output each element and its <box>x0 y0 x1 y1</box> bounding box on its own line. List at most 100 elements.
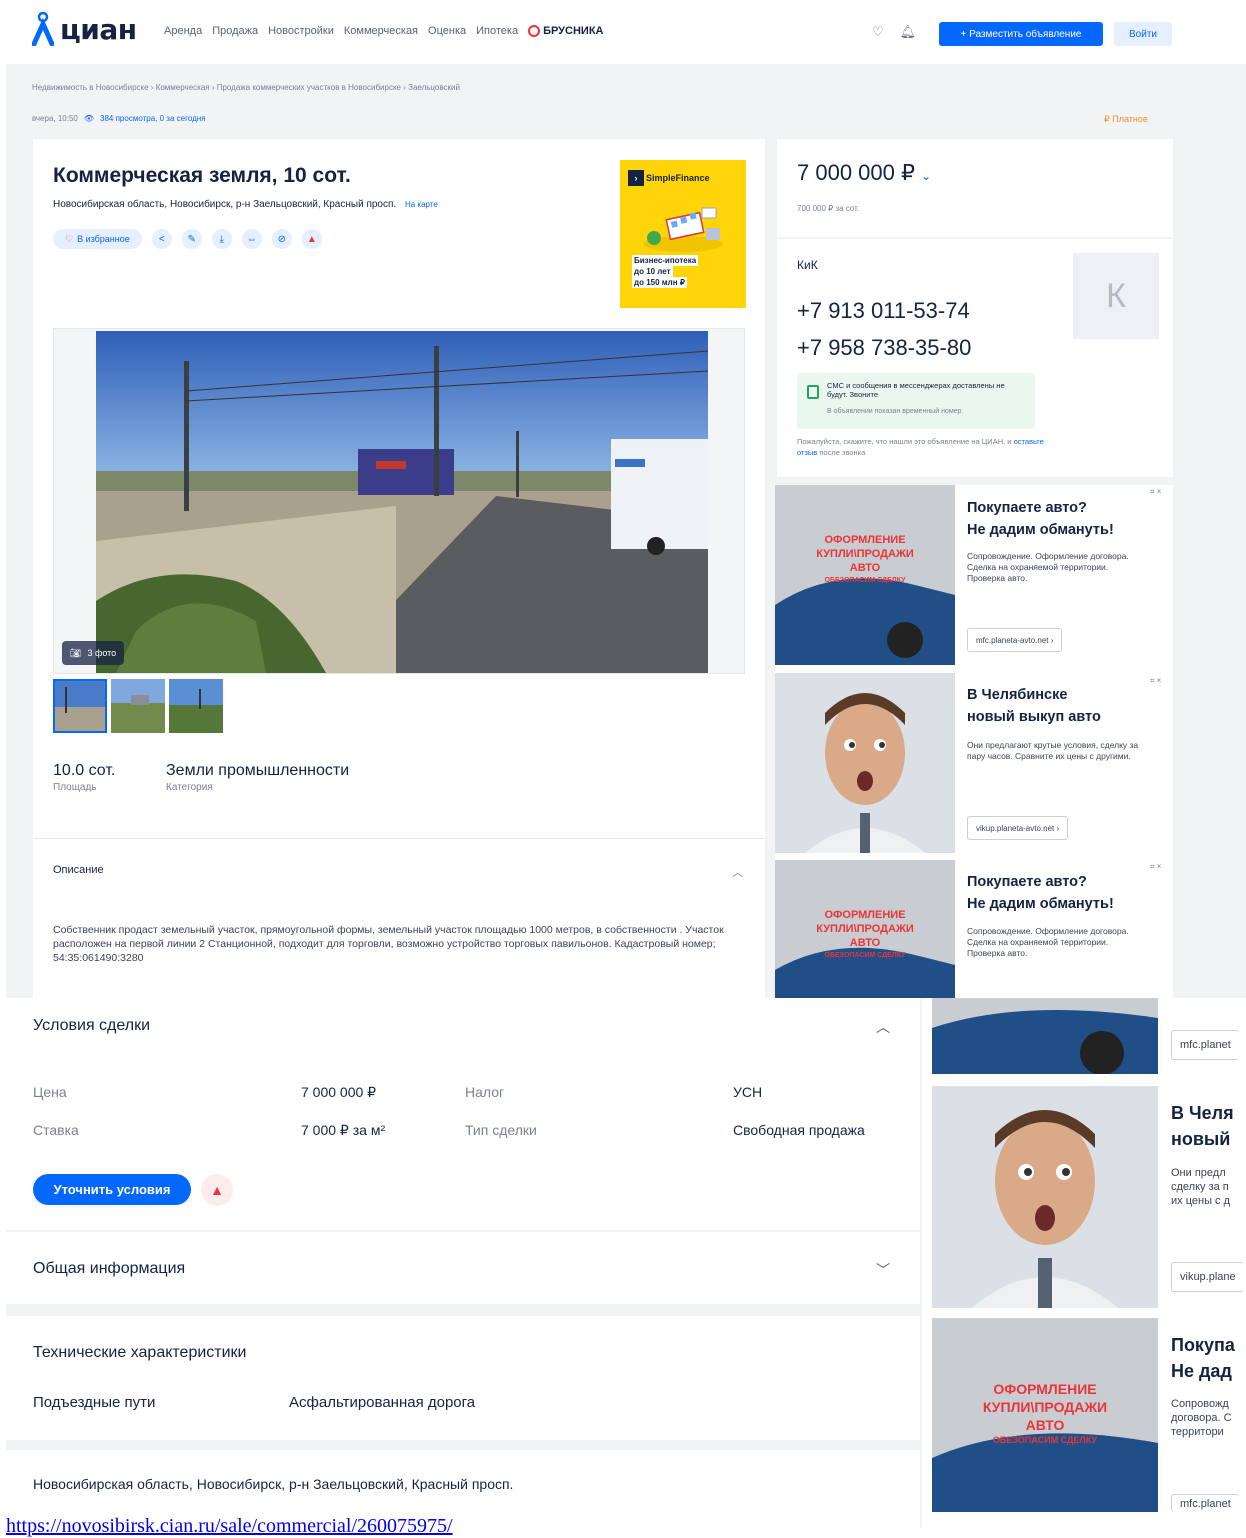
brusnika-logo-icon <box>528 25 541 37</box>
simplefinance-logo-icon: › <box>628 170 644 186</box>
seller-name[interactable]: КиК <box>797 258 818 272</box>
login-button[interactable]: Войти <box>1114 22 1172 46</box>
ad-1-title[interactable]: Покупаете авто? Не дадим обмануть! <box>967 497 1114 541</box>
ad-close-icon[interactable]: ⌗ × <box>1150 862 1161 872</box>
post-ad-button[interactable]: + Разместить объявление <box>939 22 1103 46</box>
report-icon[interactable]: ▲ <box>301 229 322 249</box>
ad-3-zoomed-banner-4: ОБЕЗОПАСИМ СДЕЛКУ <box>993 1435 1098 1445</box>
ad-2-text-zoomed-3: их цены с д <box>1171 1195 1231 1207</box>
views-count[interactable]: 384 просмотра, 0 за сегодня <box>100 114 205 123</box>
heart-icon[interactable]: ♡ <box>872 24 884 40</box>
bell-icon[interactable]: 🔔︎ <box>900 24 917 40</box>
ad-3-title-zoomed-2: Не дад <box>1171 1361 1232 1381</box>
fact-category-label: Категория <box>166 782 213 793</box>
photo-count-badge[interactable]: 📷︎ 3 фото <box>62 641 125 665</box>
ad-3-title-zoomed[interactable]: Покупа Не дад <box>1171 1332 1235 1384</box>
ad-1-image-zoomed[interactable] <box>932 998 1158 1074</box>
address-text: Новосибирская область, Новосибирск, р-н … <box>53 199 397 210</box>
promo-banner[interactable]: › SimpleFinance Бизнес-ипотека до 10 лет… <box>620 160 746 308</box>
download-icon[interactable]: ⤓ <box>211 229 232 249</box>
chevron-down-icon[interactable]: ﹀ <box>876 1260 890 1280</box>
ad-close-icon[interactable]: ⌗ × <box>1150 676 1161 686</box>
ad-1-link[interactable]: mfc.planeta-avto.net › <box>967 628 1063 652</box>
ad-1-image[interactable]: ОФОРМЛЕНИЕ КУПЛИ\ПРОДАЖИ АВТО ОБЕЗОПАСИМ… <box>775 485 955 665</box>
page-url-link[interactable]: https://novosibirsk.cian.ru/sale/commerc… <box>6 1515 453 1538</box>
ad-3-banner-2: КУПЛИ\ПРОДАЖИ <box>816 923 914 935</box>
nav-newbuild[interactable]: Новостройки <box>268 25 334 37</box>
top-header: циан Аренда Продажа Новостройки Коммерче… <box>0 0 1246 64</box>
nav-valuation[interactable]: Оценка <box>428 25 466 37</box>
ad-2-link-zoomed[interactable]: vikup.plane <box>1171 1262 1244 1292</box>
main-photo[interactable] <box>96 331 708 673</box>
ad-2-image[interactable] <box>775 673 955 853</box>
chevron-up-icon[interactable]: ︿ <box>876 1017 890 1037</box>
avatar[interactable]: К <box>1073 253 1159 339</box>
hide-icon[interactable]: ⊘ <box>271 229 292 249</box>
breadcrumb[interactable]: Недвижимость в Новосибирске › Коммерческ… <box>32 83 460 92</box>
ad-3-image-zoomed[interactable]: ОФОРМЛЕНИЕ КУПЛИ\ПРОДАЖИ АВТО ОБЕЗОПАСИМ… <box>932 1318 1158 1512</box>
chevron-down-icon[interactable]: ⌄ <box>921 169 931 183</box>
phone-2[interactable]: +7 958 738-35-80 <box>797 335 971 361</box>
ad-2-title-zoomed[interactable]: В Челя новый <box>1171 1100 1234 1152</box>
nav-brusnika[interactable]: БРУСНИКА <box>528 25 603 37</box>
tax-value: УСН <box>733 1084 763 1100</box>
feedback-note: Пожалуйста, скажите, что нашли это объяв… <box>797 436 1057 458</box>
ad-3-text: Сопровождение. Оформление договора. Сдел… <box>967 926 1129 958</box>
ad-close-icon[interactable]: ⌗ × <box>1150 487 1161 497</box>
ad-2-title-2: новый выкуп авто <box>967 709 1101 725</box>
ad-1-banner-2: КУПЛИ\ПРОДАЖИ <box>816 548 914 560</box>
clarify-conditions-button[interactable]: Уточнить условия <box>33 1174 191 1205</box>
edit-icon[interactable]: ✎ <box>181 229 202 249</box>
eye-icon: 👁︎ <box>83 114 95 123</box>
share-icon[interactable]: < <box>151 229 172 249</box>
main-nav: Аренда Продажа Новостройки Коммерческая … <box>164 25 603 37</box>
ad-3-image[interactable]: ОФОРМЛЕНИЕ КУПЛИ\ПРОДАЖИ АВТО ОБЕЗОПАСИМ… <box>775 860 955 998</box>
phone-1[interactable]: +7 913 011-53-74 <box>797 298 970 324</box>
fact-category-value: Земли промышленности <box>166 762 350 779</box>
ad-1-link-zoomed[interactable]: mfc.planet <box>1171 1030 1239 1060</box>
ad-3-title-zoomed-1: Покупа <box>1171 1335 1235 1355</box>
ad-1-text: Сопровождение. Оформление договора. Сдел… <box>967 551 1129 583</box>
heart-icon: ♡ <box>65 233 74 244</box>
deal-type-label: Тип сделки <box>465 1122 537 1138</box>
ad-2-image-zoomed[interactable] <box>932 1086 1158 1308</box>
ad-2-link[interactable]: vikup.planeta-avto.net › <box>967 816 1069 840</box>
camera-icon: 📷︎ <box>70 647 82 658</box>
report-icon[interactable]: ▲ <box>201 1174 233 1206</box>
nav-rent[interactable]: Аренда <box>164 25 202 37</box>
map-link[interactable]: На карте <box>405 200 438 209</box>
general-info-title[interactable]: Общая информация <box>33 1260 185 1278</box>
ad-1-banner-1: ОФОРМЛЕНИЕ <box>824 534 905 546</box>
ad-2-title[interactable]: В Челябинске новый выкуп авто <box>967 684 1101 728</box>
ad-3-title[interactable]: Покупаете авто? Не дадим обмануть! <box>967 871 1114 915</box>
compare-icon[interactable]: ⇔ <box>241 229 262 249</box>
ad-3-title-1: Покупаете авто? <box>967 874 1087 890</box>
photo-gallery[interactable] <box>53 328 745 674</box>
access-roads-value: Асфальтированная дорога <box>289 1394 476 1411</box>
thumbnail-1[interactable] <box>53 679 107 733</box>
listing-meta: вчера, 10:50 👁︎ 384 просмотра, 0 за сего… <box>32 114 206 123</box>
price-label: Цена <box>33 1084 67 1100</box>
nav-commercial[interactable]: Коммерческая <box>344 25 418 37</box>
thumbnail-2[interactable] <box>111 679 165 733</box>
description-title[interactable]: Описание <box>53 864 104 876</box>
nav-mortgage[interactable]: Ипотека <box>476 25 518 37</box>
chevron-up-icon[interactable]: ︿ <box>732 864 743 880</box>
tax-label: Налог <box>465 1084 505 1100</box>
photo-thumbnails <box>53 679 223 733</box>
ad-2-text: Они предлагают крутые условия, сделку за… <box>967 740 1139 761</box>
thumbnail-3[interactable] <box>169 679 223 733</box>
ad-2-face-image <box>775 673 955 853</box>
sms-warning: СМС и сообщения в мессенджерах доставлен… <box>797 373 1035 429</box>
nav-sale[interactable]: Продажа <box>212 25 258 37</box>
favorite-label: В избранное <box>77 234 130 244</box>
favorite-button[interactable]: ♡ В избранное <box>53 229 142 249</box>
ad-3-link-zoomed[interactable]: mfc.planet <box>1171 1494 1239 1512</box>
fact-category: Земли промышленности Категория <box>166 762 349 793</box>
cian-logo[interactable]: циан <box>32 12 137 46</box>
thumbnail-1-image <box>53 679 107 733</box>
paid-badge: ₽ Платное <box>1104 114 1148 124</box>
deal-title[interactable]: Условия сделки <box>33 1017 150 1035</box>
fact-area: 10.0 сот. Площадь <box>53 762 115 793</box>
tech-title: Технические характеристики <box>33 1344 247 1361</box>
